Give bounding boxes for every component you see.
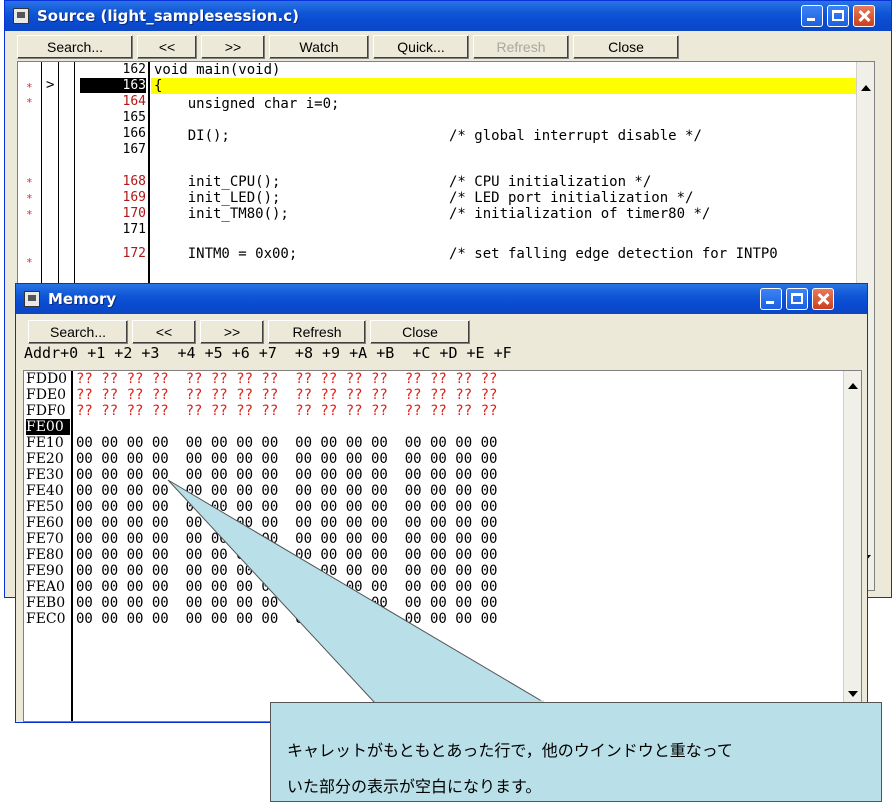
line-number: 165 (122, 110, 146, 125)
line-number: 172 (122, 246, 146, 261)
line-number: 164 (122, 94, 146, 109)
code-line: init_TM80(); /* initialization of timer8… (154, 206, 711, 222)
memory-values-row[interactable]: 00 00 00 00 00 00 00 00 00 00 00 00 00 0… (76, 499, 497, 515)
address-cell: FE50 (26, 499, 64, 515)
maximize-button[interactable] (827, 5, 849, 27)
line-number: 168 (122, 174, 146, 189)
line-number-current: 163 (80, 78, 146, 93)
next-button[interactable]: >> (201, 35, 265, 59)
memory-values-row[interactable]: 00 00 00 00 00 00 00 00 00 00 00 00 00 0… (76, 595, 497, 611)
line-number: 162 (122, 62, 146, 77)
line-number: 166 (122, 126, 146, 141)
refresh-button[interactable]: Refresh (473, 35, 569, 59)
memory-title-bar[interactable]: Memory (16, 284, 867, 314)
memory-values-row[interactable]: 00 00 00 00 00 00 00 00 00 00 00 00 00 0… (76, 579, 497, 595)
callout-text-line2: いた部分の表示が空白になります。 (287, 777, 542, 796)
event-marker[interactable]: * (26, 192, 33, 205)
line-number: 170 (122, 206, 146, 221)
callout-box: キャレットがもともとあった行で，他のウインドウと重なって いた部分の表示が空白に… (270, 702, 882, 802)
memory-values-row[interactable]: 00 00 00 00 00 00 00 00 00 00 00 00 00 0… (76, 483, 497, 499)
memory-window: Memory Search... << >> Refresh Close Add… (15, 283, 868, 723)
memory-values-row[interactable]: ?? ?? ?? ?? ?? ?? ?? ?? ?? ?? ?? ?? ?? ?… (76, 403, 497, 419)
source-toolbar: Search... << >> Watch Quick... Refresh C… (9, 35, 887, 61)
scroll-up-icon[interactable] (861, 85, 871, 91)
search-button[interactable]: Search... (28, 320, 128, 344)
address-cell: FE60 (26, 515, 64, 531)
code-line: DI(); /* global interrupt disable */ (154, 128, 702, 144)
close-window-button[interactable] (853, 5, 875, 27)
memory-values-row[interactable]: 00 00 00 00 00 00 00 00 00 00 00 00 00 0… (76, 515, 497, 531)
search-button[interactable]: Search... (17, 35, 133, 59)
memory-values-row[interactable]: 00 00 00 00 00 00 00 00 00 00 00 00 00 0… (76, 611, 497, 627)
callout-text-line1: キャレットがもともとあった行で，他のウインドウと重なって (287, 741, 733, 760)
memory-toolbar: Search... << >> Refresh Close (20, 320, 863, 346)
memory-values-row[interactable]: 00 00 00 00 00 00 00 00 00 00 00 00 00 0… (76, 547, 497, 563)
event-marker[interactable]: * (26, 96, 33, 109)
code-line: void main(void) (154, 62, 281, 78)
event-marker[interactable]: * (26, 256, 33, 269)
refresh-button[interactable]: Refresh (268, 320, 366, 344)
memory-values-row[interactable]: 00 00 00 00 00 00 00 00 00 00 00 00 00 0… (76, 531, 497, 547)
memory-values-row[interactable]: 00 00 00 00 00 00 00 00 00 00 00 00 00 0… (76, 451, 497, 467)
address-cell: FDF0 (26, 403, 66, 419)
line-number: 171 (122, 222, 146, 237)
address-cell: FEB0 (26, 595, 66, 611)
address-cell: FE20 (26, 451, 64, 467)
memory-values-row[interactable]: ?? ?? ?? ?? ?? ?? ?? ?? ?? ?? ?? ?? ?? ?… (76, 387, 497, 403)
address-cell: FEA0 (26, 579, 65, 595)
code-line: init_LED(); /* LED port initialization *… (154, 190, 694, 206)
memory-values-row[interactable]: ?? ?? ?? ?? ?? ?? ?? ?? ?? ?? ?? ?? ?? ?… (76, 371, 497, 387)
quick-watch-button[interactable]: Quick... (373, 35, 469, 59)
code-line: unsigned char i=0; (154, 96, 340, 112)
next-button[interactable]: >> (200, 320, 264, 344)
minimize-button[interactable] (801, 5, 823, 27)
event-marker[interactable]: * (26, 176, 33, 189)
scroll-down-icon[interactable] (848, 691, 858, 697)
address-cell: FEC0 (26, 611, 66, 627)
memory-column-header: Addr+0 +1 +2 +3 +4 +5 +6 +7 +8 +9 +A +B … (24, 344, 512, 362)
address-cell: FE80 (26, 547, 64, 563)
address-cell: FE90 (26, 563, 64, 579)
memory-values-row[interactable]: 00 00 00 00 00 00 00 00 00 00 00 00 00 0… (76, 435, 497, 451)
address-cell: FDE0 (26, 387, 67, 403)
address-cell-selected: FE00 (26, 419, 70, 435)
code-line: INTM0 = 0x00; /* set falling edge detect… (154, 246, 778, 262)
current-line-marker: > (46, 77, 55, 93)
maximize-button[interactable] (786, 288, 808, 310)
address-divider (71, 371, 73, 721)
close-window-button[interactable] (812, 288, 834, 310)
watch-button[interactable]: Watch (269, 35, 369, 59)
scroll-up-icon[interactable] (848, 383, 858, 389)
source-title-bar[interactable]: Source (light_samplesession.c) (5, 1, 891, 31)
source-window-title: Source (light_samplesession.c) (37, 7, 299, 25)
event-marker[interactable]: * (26, 208, 33, 221)
address-cell: FE10 (26, 435, 64, 451)
window-app-icon[interactable] (13, 8, 29, 24)
close-button[interactable]: Close (573, 35, 679, 59)
close-button[interactable]: Close (370, 320, 470, 344)
code-line: init_CPU(); /* CPU initialization */ (154, 174, 652, 190)
line-number: 167 (122, 142, 146, 157)
address-cell: FE40 (26, 483, 64, 499)
address-cell: FE70 (26, 531, 64, 547)
prev-button[interactable]: << (137, 35, 197, 59)
prev-button[interactable]: << (132, 320, 196, 344)
memory-dump-view[interactable]: FDD0 ?? ?? ?? ?? ?? ?? ?? ?? ?? ?? ?? ??… (23, 370, 862, 722)
code-line: { (154, 78, 163, 94)
current-line-highlight (151, 78, 874, 94)
memory-values-row[interactable]: 00 00 00 00 00 00 00 00 00 00 00 00 00 0… (76, 563, 497, 579)
address-cell: FDD0 (26, 371, 68, 387)
memory-window-title: Memory (48, 290, 117, 308)
memory-vertical-scrollbar[interactable] (843, 371, 861, 721)
event-marker[interactable]: * (26, 81, 33, 94)
minimize-button[interactable] (760, 288, 782, 310)
line-number: 169 (122, 190, 146, 205)
window-app-icon[interactable] (24, 291, 40, 307)
address-cell: FE30 (26, 467, 64, 483)
memory-values-row[interactable]: 00 00 00 00 00 00 00 00 00 00 00 00 00 0… (76, 467, 497, 483)
